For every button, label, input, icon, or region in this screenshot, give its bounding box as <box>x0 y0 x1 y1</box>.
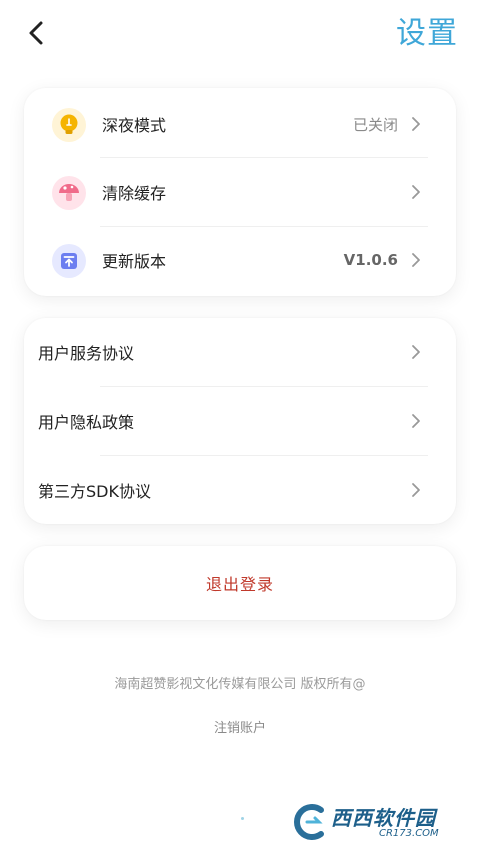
copyright-text: 海南超赞影视文化传媒有限公司 版权所有@ <box>114 677 366 692</box>
mushroom-icon <box>52 176 86 210</box>
night-mode-label: 深夜模式 <box>102 116 167 135</box>
logout-button[interactable]: 退出登录 <box>24 546 456 620</box>
third-party-sdk-row[interactable]: 第三方SDK协议 <box>24 456 456 524</box>
update-version-label: 更新版本 <box>102 252 167 271</box>
back-button[interactable] <box>22 18 52 48</box>
lightbulb-icon <box>52 108 86 142</box>
watermark: 西西软件园 CR173.COM <box>291 800 466 845</box>
chevron-right-icon <box>410 482 422 498</box>
upload-icon <box>52 244 86 278</box>
user-service-agreement-label: 用户服务协议 <box>38 344 135 363</box>
watermark-brand: 西西软件园 <box>331 806 436 830</box>
chevron-right-icon <box>410 184 422 200</box>
privacy-policy-label: 用户隐私政策 <box>38 413 135 432</box>
version-number: V1.0.6 <box>343 251 398 269</box>
chevron-left-icon <box>29 21 43 45</box>
chevron-right-icon <box>410 252 422 268</box>
privacy-policy-row[interactable]: 用户隐私政策 <box>24 387 456 455</box>
watermark-url: CR173.COM <box>379 828 439 839</box>
general-settings-card: 深夜模式 已关闭 清除缓存 更新版本 V1.0.6 <box>24 88 456 296</box>
clear-cache-row[interactable]: 清除缓存 <box>24 158 456 226</box>
logout-card: 退出登录 <box>24 546 456 620</box>
clear-cache-label: 清除缓存 <box>102 184 167 203</box>
page-title: 设置 <box>396 16 458 51</box>
decorative-dot <box>241 817 244 820</box>
update-version-row[interactable]: 更新版本 V1.0.6 <box>24 226 456 294</box>
chevron-right-icon <box>410 344 422 360</box>
chevron-right-icon <box>410 116 422 132</box>
top-bar: 设置 <box>0 0 480 70</box>
cancel-account-link[interactable]: 注销账户 <box>0 717 480 736</box>
watermark-logo-icon <box>294 804 324 840</box>
chevron-right-icon <box>410 413 422 429</box>
night-mode-row[interactable]: 深夜模式 已关闭 <box>24 90 456 158</box>
user-service-agreement-row[interactable]: 用户服务协议 <box>24 318 456 386</box>
agreements-card: 用户服务协议 用户隐私政策 第三方SDK协议 <box>24 318 456 524</box>
night-mode-status: 已关闭 <box>352 115 398 134</box>
third-party-sdk-label: 第三方SDK协议 <box>38 482 151 501</box>
